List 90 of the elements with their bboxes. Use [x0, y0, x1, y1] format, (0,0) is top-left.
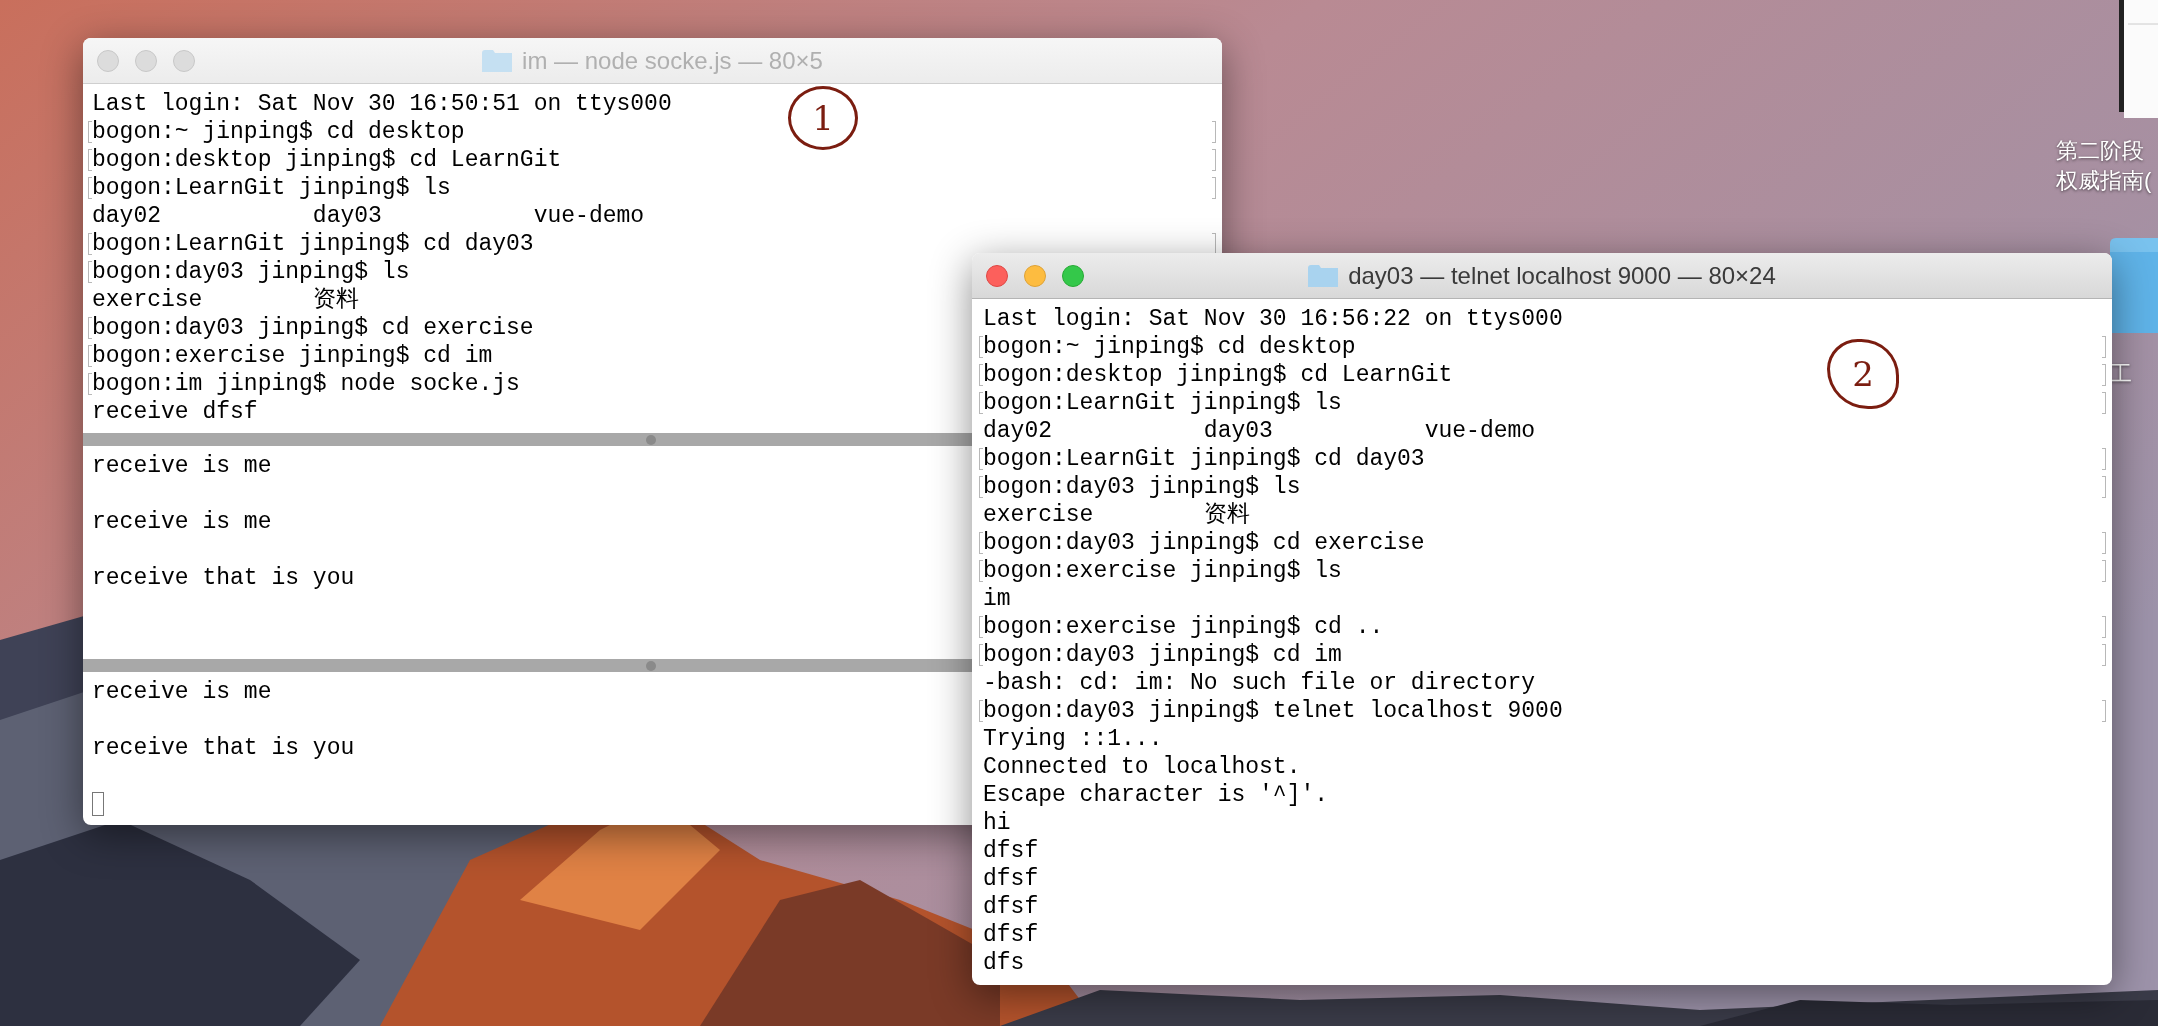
terminal-line: Last login: Sat Nov 30 16:56:22 on ttys000	[983, 305, 1563, 333]
terminal-line: Escape character is '^]'.	[983, 781, 1329, 809]
line-mark-icon	[2102, 448, 2106, 470]
terminal-line: receive is me	[92, 508, 272, 536]
line-mark-icon	[88, 345, 92, 367]
zoom-button[interactable]	[173, 50, 195, 72]
line-mark-icon	[88, 317, 92, 339]
line-mark-icon	[979, 336, 983, 358]
line-mark-icon	[2102, 700, 2106, 722]
line-mark-icon	[1212, 177, 1216, 199]
text-cursor	[92, 792, 104, 816]
terminal-line: bogon:LearnGit jinping$ ls	[983, 389, 1342, 417]
window-title: day03 — telnet localhost 9000 — 80×24	[1348, 261, 1776, 290]
line-mark-icon	[2102, 560, 2106, 582]
line-mark-icon	[88, 261, 92, 283]
line-mark-icon	[1212, 149, 1216, 171]
handwritten-number: 2	[1827, 339, 1899, 409]
line-mark-icon	[2102, 364, 2106, 386]
terminal-line: im	[983, 585, 1011, 613]
terminal-line: bogon:exercise jinping$ ls	[983, 557, 1342, 585]
icon-label: 权威指南(	[2056, 167, 2152, 195]
line-mark-icon	[979, 700, 983, 722]
close-button[interactable]	[986, 265, 1008, 287]
terminal-line: bogon:exercise jinping$ cd im	[92, 342, 493, 370]
terminal-line: receive is me	[92, 678, 272, 706]
line-mark-icon	[979, 364, 983, 386]
line-mark-icon	[979, 448, 983, 470]
terminal-line: exercise 资料	[92, 286, 359, 314]
document-icon[interactable]	[2118, 0, 2158, 118]
terminal-line: -bash: cd: im: No such file or directory	[983, 669, 1536, 697]
line-mark-icon	[2102, 644, 2106, 666]
line-mark-icon	[979, 616, 983, 638]
terminal-line: Trying ::1...	[983, 725, 1163, 753]
terminal-line: dfsf	[983, 837, 1039, 865]
line-mark-icon	[88, 177, 92, 199]
terminal-line: bogon:exercise jinping$ cd ..	[983, 613, 1384, 641]
folder-icon	[1308, 264, 1339, 287]
line-mark-icon	[979, 392, 983, 414]
line-mark-icon	[88, 121, 92, 143]
handwritten-number: 1	[788, 86, 858, 150]
terminal-line: bogon:LearnGit jinping$ cd day03	[92, 230, 534, 258]
terminal-line: hi	[983, 809, 1011, 837]
minimize-button[interactable]	[135, 50, 157, 72]
line-mark-icon	[979, 644, 983, 666]
line-mark-icon	[88, 373, 92, 395]
line-mark-icon	[2102, 616, 2106, 638]
terminal-line: dfsf	[983, 865, 1039, 893]
terminal-line: receive that is you	[92, 734, 355, 762]
terminal-line: bogon:desktop jinping$ cd LearnGit	[92, 146, 562, 174]
icon-label: 工	[2110, 360, 2132, 388]
terminal-line: bogon:day03 jinping$ cd im	[983, 641, 1342, 669]
icon-label: 第二阶段	[2056, 137, 2145, 165]
terminal-line: exercise 资料	[983, 501, 1250, 529]
terminal-line: bogon:day03 jinping$ ls	[92, 258, 410, 286]
line-mark-icon	[1212, 121, 1216, 143]
line-mark-icon	[979, 476, 983, 498]
terminal-line: receive dfsf	[92, 398, 258, 426]
terminal-line: Connected to localhost.	[983, 753, 1301, 781]
zoom-button[interactable]	[1062, 265, 1084, 287]
terminal-line: receive that is you	[92, 564, 355, 592]
minimize-button[interactable]	[1024, 265, 1046, 287]
line-mark-icon	[88, 149, 92, 171]
folder-icon	[482, 49, 513, 72]
terminal-line: bogon:day03 jinping$ ls	[983, 473, 1301, 501]
terminal-line: bogon:LearnGit jinping$ cd day03	[983, 445, 1425, 473]
terminal-line: bogon:day03 jinping$ telnet localhost 9000	[983, 697, 1563, 725]
terminal-line: bogon:day03 jinping$ cd exercise	[983, 529, 1425, 557]
folder-icon[interactable]	[2110, 238, 2158, 333]
terminal-line: Last login: Sat Nov 30 16:50:51 on ttys000	[92, 90, 672, 118]
terminal-line: dfsf	[983, 893, 1039, 921]
terminal-line: bogon:day03 jinping$ cd exercise	[92, 314, 534, 342]
terminal-line: dfsf	[983, 921, 1039, 949]
line-mark-icon	[2102, 392, 2106, 414]
close-button[interactable]	[97, 50, 119, 72]
line-mark-icon	[979, 560, 983, 582]
terminal-line: bogon:desktop jinping$ cd LearnGit	[983, 361, 1453, 389]
terminal-line: dfs	[983, 949, 1025, 977]
terminal-line: bogon:LearnGit jinping$ ls	[92, 174, 451, 202]
terminal-line: bogon:im jinping$ node socke.js	[92, 370, 520, 398]
terminal-line: bogon:~ jinping$ cd desktop	[983, 333, 1356, 361]
terminal-line: day02 day03 vue-demo	[92, 202, 645, 230]
window-title: im — node socke.js — 80×5	[522, 46, 823, 75]
terminal-line: bogon:~ jinping$ cd desktop	[92, 118, 465, 146]
line-mark-icon	[979, 532, 983, 554]
line-mark-icon	[2102, 532, 2106, 554]
line-mark-icon	[2102, 336, 2106, 358]
terminal-line: receive is me	[92, 452, 272, 480]
line-mark-icon	[88, 233, 92, 255]
line-mark-icon	[2102, 476, 2106, 498]
terminal-line: day02 day03 vue-demo	[983, 417, 1536, 445]
